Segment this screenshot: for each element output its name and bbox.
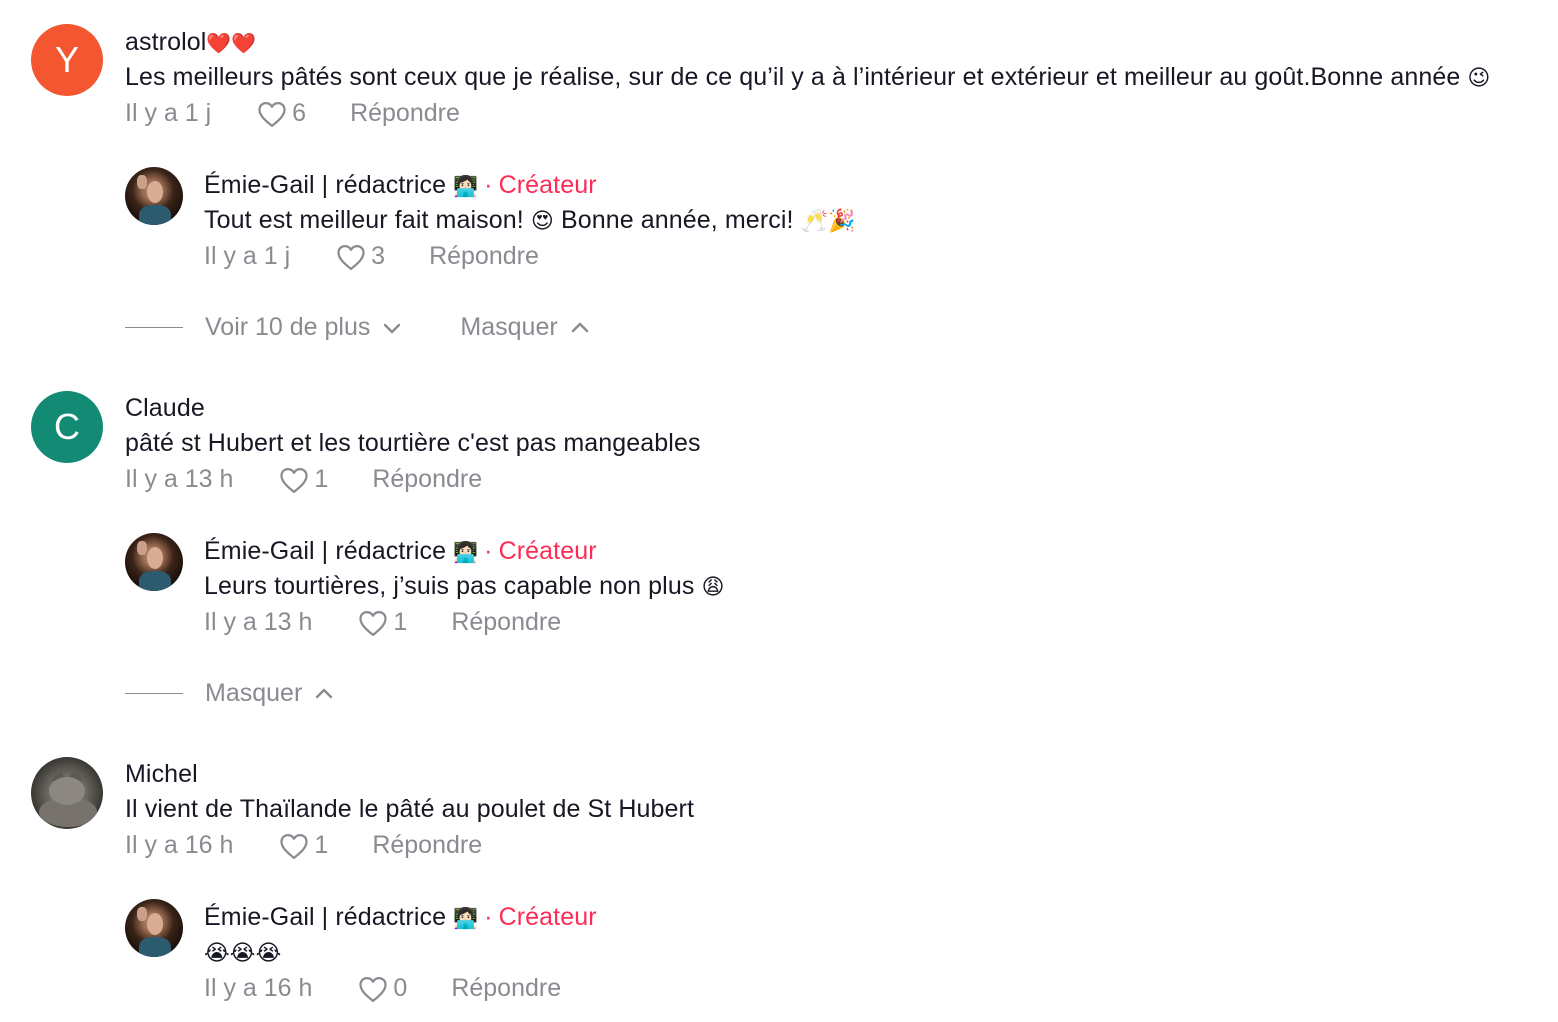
- replies-controls: Masquer: [125, 679, 334, 708]
- username-emoji: 👩🏻‍💻: [453, 175, 479, 198]
- separator-dot: ·: [484, 537, 493, 565]
- reply-button[interactable]: Répondre: [350, 99, 460, 128]
- avatar-letter: C: [54, 406, 80, 447]
- comment-meta: Il y a 13 h 1 Répondre: [125, 465, 482, 494]
- heart-outline-icon: [359, 610, 388, 636]
- reply-timestamp: Il y a 16 h: [204, 974, 313, 1002]
- heart-outline-icon: [280, 833, 309, 859]
- chevron-down-icon: [384, 323, 401, 333]
- reply-emoji: 😭😭😭: [204, 940, 282, 966]
- reply-username[interactable]: Émie-Gail | rédactrice 👩🏻‍💻 · Créateur: [204, 171, 597, 200]
- like-count: 6: [292, 99, 307, 127]
- replies-controls: Voir 10 de plus Masquer: [125, 313, 590, 342]
- chevron-up-icon: [316, 688, 333, 698]
- comment-text-body: Il vient de Thaïlande le pâté au poulet …: [125, 795, 695, 823]
- chevron-up-icon: [571, 322, 588, 332]
- like-count: 3: [371, 242, 386, 270]
- reply-button[interactable]: Répondre: [372, 831, 482, 860]
- like-button[interactable]: 6: [257, 99, 306, 128]
- heart-outline-icon: [359, 976, 388, 1002]
- reply-text: 😭😭😭: [204, 938, 281, 967]
- avatar-letter: Y: [54, 39, 79, 80]
- comment-text-body: pâté st Hubert et les tourtière c'est pa…: [125, 429, 701, 457]
- reply-button[interactable]: Répondre: [451, 608, 561, 637]
- reply-text-body: Tout est meilleur fait maison!: [204, 206, 524, 234]
- reply-username[interactable]: Émie-Gail | rédactrice 👩🏻‍💻 · Créateur: [204, 537, 597, 566]
- comment-timestamp: Il y a 1 j: [125, 99, 212, 127]
- reply-text-body-2: Bonne année, merci!: [560, 206, 794, 234]
- reply-emoji: 😩: [701, 574, 725, 600]
- comment-meta: Il y a 1 j 6 Répondre: [125, 99, 460, 128]
- avatar[interactable]: [125, 899, 183, 957]
- username-text: astrolol: [125, 28, 207, 56]
- reply-meta: Il y a 16 h 0 Répondre: [204, 974, 561, 1003]
- separator-dot: ·: [484, 903, 493, 931]
- like-count: 0: [393, 974, 408, 1002]
- like-count: 1: [314, 831, 329, 859]
- reply-emoji: 😍: [530, 208, 554, 234]
- avatar[interactable]: Y: [31, 24, 103, 96]
- see-more-label: Voir 10 de plus: [205, 313, 371, 341]
- username-text: Émie-Gail | rédactrice: [204, 171, 447, 199]
- comment-username[interactable]: Claude: [125, 394, 205, 423]
- creator-badge: Créateur: [498, 171, 597, 199]
- reply-timestamp: Il y a 13 h: [204, 608, 313, 636]
- comment-meta: Il y a 16 h 1 Répondre: [125, 831, 482, 860]
- like-button[interactable]: 1: [279, 465, 328, 494]
- reply-meta: Il y a 13 h 1 Répondre: [204, 608, 561, 637]
- avatar[interactable]: [31, 757, 103, 829]
- comment-username[interactable]: astrolol❤️❤️: [125, 28, 256, 57]
- avatar[interactable]: C: [31, 391, 103, 463]
- comment-text: Il vient de Thaïlande le pâté au poulet …: [125, 795, 694, 824]
- creator-badge: Créateur: [498, 903, 597, 931]
- creator-badge: Créateur: [498, 537, 597, 565]
- comment-timestamp: Il y a 13 h: [125, 465, 234, 493]
- like-button[interactable]: 1: [358, 608, 407, 637]
- comment-text-body: Les meilleurs pâtés sont ceux que je réa…: [125, 63, 1461, 91]
- divider-line: [125, 693, 183, 694]
- avatar[interactable]: [125, 167, 183, 225]
- reply-username[interactable]: Émie-Gail | rédactrice 👩🏻‍💻 · Créateur: [204, 903, 597, 932]
- username-emoji: 👩🏻‍💻: [453, 541, 479, 564]
- comment-emoji: 😉: [1467, 65, 1491, 91]
- heart-outline-icon: [337, 244, 365, 270]
- comment-text: Les meilleurs pâtés sont ceux que je réa…: [125, 63, 1490, 92]
- reply-timestamp: Il y a 1 j: [204, 242, 291, 270]
- comment-username[interactable]: Michel: [125, 760, 198, 789]
- reply-text: Tout est meilleur fait maison! 😍 Bonne a…: [204, 206, 856, 235]
- comment-text: pâté st Hubert et les tourtière c'est pa…: [125, 429, 701, 458]
- separator-dot: ·: [484, 171, 493, 199]
- reply-button[interactable]: Répondre: [372, 465, 482, 494]
- username-text: Michel: [125, 760, 198, 788]
- like-button[interactable]: 0: [358, 974, 407, 1003]
- see-more-replies-button[interactable]: Voir 10 de plus: [205, 313, 402, 342]
- reply-button[interactable]: Répondre: [429, 242, 539, 271]
- like-button[interactable]: 3: [336, 242, 385, 271]
- username-text: Émie-Gail | rédactrice: [204, 903, 447, 931]
- heart-outline-icon: [280, 467, 309, 493]
- username-text: Émie-Gail | rédactrice: [204, 537, 447, 565]
- username-emoji: ❤️❤️: [206, 32, 257, 55]
- hide-label: Masquer: [460, 313, 558, 341]
- avatar[interactable]: [125, 533, 183, 591]
- username-emoji: 👩🏻‍💻: [453, 907, 479, 930]
- reply-text: Leurs tourtières, j’suis pas capable non…: [204, 572, 725, 601]
- reply-button[interactable]: Répondre: [451, 974, 561, 1003]
- reply-meta: Il y a 1 j 3 Répondre: [204, 242, 539, 271]
- hide-replies-button[interactable]: Masquer: [460, 313, 589, 342]
- heart-outline-icon: [258, 101, 286, 127]
- username-text: Claude: [125, 394, 205, 422]
- reply-text-body: Leurs tourtières, j’suis pas capable non…: [204, 572, 695, 600]
- comment-timestamp: Il y a 16 h: [125, 831, 234, 859]
- divider-line: [125, 327, 183, 328]
- reply-emoji-2: 🥂🎉: [800, 208, 856, 234]
- hide-replies-button[interactable]: Masquer: [205, 679, 334, 708]
- hide-label: Masquer: [205, 679, 303, 707]
- like-count: 1: [393, 608, 408, 636]
- like-count: 1: [314, 465, 329, 493]
- like-button[interactable]: 1: [279, 831, 328, 860]
